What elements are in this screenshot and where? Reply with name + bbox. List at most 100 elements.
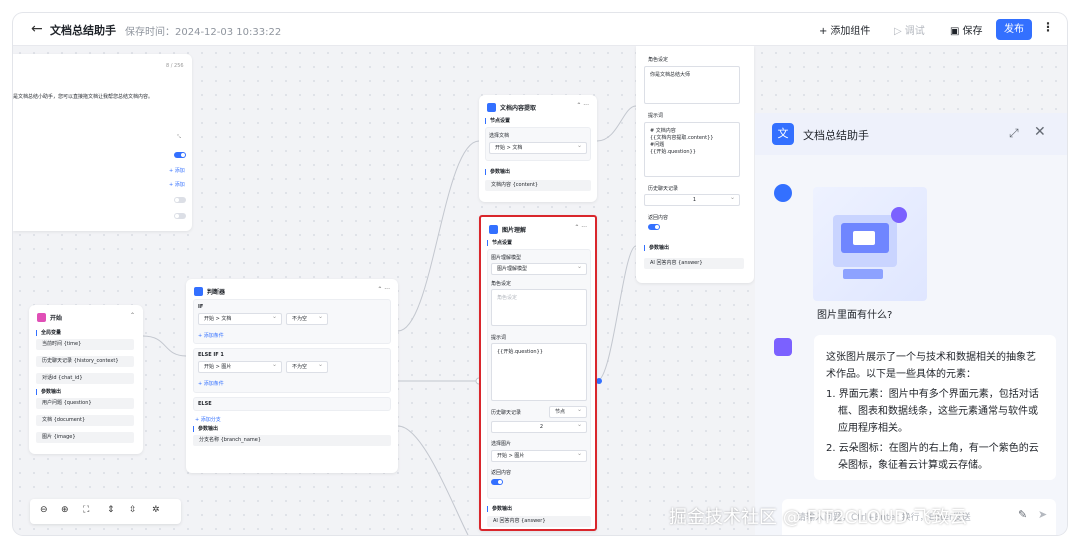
add-condition-link[interactable]: + 添加条件 [198, 332, 224, 339]
doc-extract-node[interactable]: 文档内容提取 ⌃ ··· 节点设置 选择文档 开始 > 文档 参数输出 文档内容… [479, 95, 597, 202]
section-global-vars: 全局变量 [36, 330, 61, 336]
history-label: 历史聊天记录 [648, 186, 679, 192]
more-icon[interactable]: ⋮ [1042, 20, 1054, 34]
param-item: 文档 {document} [36, 415, 134, 426]
toggle-1[interactable] [174, 152, 186, 158]
return-label: 返回内容 [491, 470, 512, 476]
prompt-textarea[interactable]: # 文档内容 {{文档内容提取.content}} #问题 {{开始.quest… [644, 122, 740, 177]
test-button[interactable]: ▷ 调试 [894, 22, 925, 37]
zoom-in-icon[interactable]: ⊕ [61, 505, 69, 515]
prompt-label: 提示词 [648, 113, 664, 119]
layout-icon[interactable]: ✲ [152, 505, 160, 515]
elseif-field-select[interactable]: 开始 > 图片 [198, 360, 282, 373]
param-item: 文档内容 {content} [485, 180, 591, 191]
return-toggle[interactable] [491, 479, 503, 485]
elseif-label: ELSE IF 1 [198, 352, 224, 358]
else-label: ELSE [198, 401, 212, 407]
expand-icon[interactable]: ⤢ [1009, 126, 1019, 141]
ai-chat-node-partial[interactable]: 8 / 256 是文档总结小助手，您可以直接拖文档让我帮您总结文档内容。 ⤡ +… [13, 54, 192, 231]
back-arrow-icon[interactable]: ← [31, 21, 47, 37]
role-label: 角色设定 [648, 57, 669, 63]
send-icon[interactable]: ➤ [1038, 508, 1047, 521]
role-textarea[interactable]: 角色设定 [491, 289, 587, 326]
add-component-button[interactable]: + 添加组件 [819, 22, 870, 37]
save-icon: ▣ [950, 26, 960, 37]
node-description: 是文档总结小助手，您可以直接拖文档让我帮您总结文档内容。 [13, 94, 154, 100]
watermark: 掘金技术社区 @ FIT2CLOUD 飞致云 [669, 507, 968, 528]
user-avatar [774, 184, 792, 202]
expand-all-icon[interactable]: ⇳ [129, 505, 137, 515]
publish-button[interactable]: 发布 [996, 19, 1032, 40]
history-stepper[interactable]: 1 [644, 193, 740, 206]
image-select[interactable]: 开始 > 图片 [491, 449, 587, 462]
param-item: AI 回答内容 {answer} [487, 516, 591, 527]
node-title: 判断器 [207, 288, 226, 296]
node-header: 文档内容提取 [487, 102, 536, 112]
select-doc-label: 选择文档 [489, 133, 510, 139]
node-title: 开始 [50, 314, 63, 322]
return-label: 返回内容 [648, 215, 669, 221]
node-header: 判断器 [194, 286, 225, 296]
add-link-1[interactable]: + 添加 [169, 167, 185, 174]
attach-icon[interactable]: ✎ [1018, 508, 1027, 521]
if-op-select[interactable]: 不为空 [286, 312, 328, 325]
node-header: 开始 [37, 312, 62, 322]
history-stepper[interactable]: 2 [491, 420, 587, 433]
collapse-icon[interactable]: ⌃ [130, 312, 135, 319]
prompt-textarea[interactable]: {{开始.question}} [491, 343, 587, 401]
app-logo: 文 [772, 123, 794, 145]
answer-item: 2. 云朵图标：在图片的右上角，有一个紫色的云朵图标，象征着云计算或云存储。 [826, 443, 1039, 471]
node-menu-icon[interactable]: ⌃ ··· [574, 224, 587, 231]
if-field-select[interactable]: 开始 > 文档 [198, 312, 282, 325]
section-params-output: 参数输出 [193, 426, 218, 432]
save-button[interactable]: ▣ 保存 [950, 22, 982, 37]
node-title: 图片理解 [502, 226, 527, 234]
toggle-3[interactable] [174, 213, 186, 219]
param-item: 用户问题 {question} [36, 398, 134, 409]
ai-chat-node[interactable]: 角色设定 你是文档总结大师 提示词 # 文档内容 {{文档内容提取.conten… [636, 46, 754, 283]
judge-node[interactable]: 判断器 ⌃ ··· IF 开始 > 文档 不为空 + 添加条件 ELSE IF … [186, 279, 398, 473]
close-icon[interactable]: ✕ [1034, 124, 1046, 140]
page-title: 文档总结助手 [50, 24, 116, 37]
app-window: 8 / 256 是文档总结小助手，您可以直接拖文档让我帮您总结文档内容。 ⤡ +… [13, 13, 1067, 535]
toggle-2[interactable] [174, 197, 186, 203]
start-icon [37, 312, 46, 322]
select-doc-select[interactable]: 开始 > 文档 [489, 141, 587, 154]
section-params-output: 参数输出 [36, 389, 61, 395]
elseif-op-select[interactable]: 不为空 [286, 360, 328, 373]
bot-answer: 这张图片展示了一个与技术和数据相关的抽象艺术作品。以下是一些具体的元素： 1. … [814, 335, 1056, 480]
add-branch-link[interactable]: + 添加分支 [195, 416, 221, 423]
return-toggle[interactable] [648, 224, 660, 230]
section-params-output: 参数输出 [487, 506, 512, 512]
collapse-all-icon[interactable]: ⇕ [107, 505, 115, 515]
node-header: 图片理解 [489, 224, 526, 234]
image-icon [489, 224, 498, 234]
resize-icon[interactable]: ⤡ [177, 134, 181, 140]
section-params-output: 参数输出 [644, 245, 669, 251]
prompt-label: 提示词 [491, 335, 507, 341]
zoom-out-icon[interactable]: ⊖ [40, 505, 48, 515]
bot-avatar [774, 338, 792, 356]
fit-view-icon[interactable]: ⛶ [83, 505, 89, 515]
image-understand-node[interactable]: 图片理解 ⌃ ··· 节点设置 图片理解模型 图片理解模型 角色设定 角色设定 … [479, 215, 597, 531]
add-condition-link[interactable]: + 添加条件 [198, 380, 224, 387]
add-link-2[interactable]: + 添加 [169, 181, 185, 188]
node-title: 文档内容提取 [500, 104, 537, 112]
save-label: 保存 [962, 26, 983, 37]
history-unit-select[interactable]: 节点 [549, 405, 587, 418]
start-node[interactable]: 开始 ⌃ 全局变量 当前时间 {time} 历史聊天记录 {history_co… [29, 305, 143, 454]
test-label: 调试 [904, 26, 925, 37]
plus-icon: + [819, 26, 828, 37]
node-menu-icon[interactable]: ⌃ ··· [377, 286, 390, 293]
field-item: 当前时间 {time} [36, 339, 134, 350]
saved-time: 保存时间：2024-12-03 10:33:22 [125, 27, 282, 38]
image-label: 选择图片 [491, 441, 512, 447]
image-illustration [833, 207, 907, 279]
model-select[interactable]: 图片理解模型 [491, 262, 587, 275]
answer-intro: 这张图片展示了一个与技术和数据相关的抽象艺术作品。以下是一些具体的元素： [826, 352, 1036, 380]
node-menu-icon[interactable]: ⌃ ··· [576, 102, 589, 109]
section-node-setting: 节点设置 [487, 240, 512, 246]
uploaded-image[interactable] [813, 187, 927, 301]
role-textarea[interactable]: 你是文档总结大师 [644, 66, 740, 104]
else-block [193, 397, 391, 411]
